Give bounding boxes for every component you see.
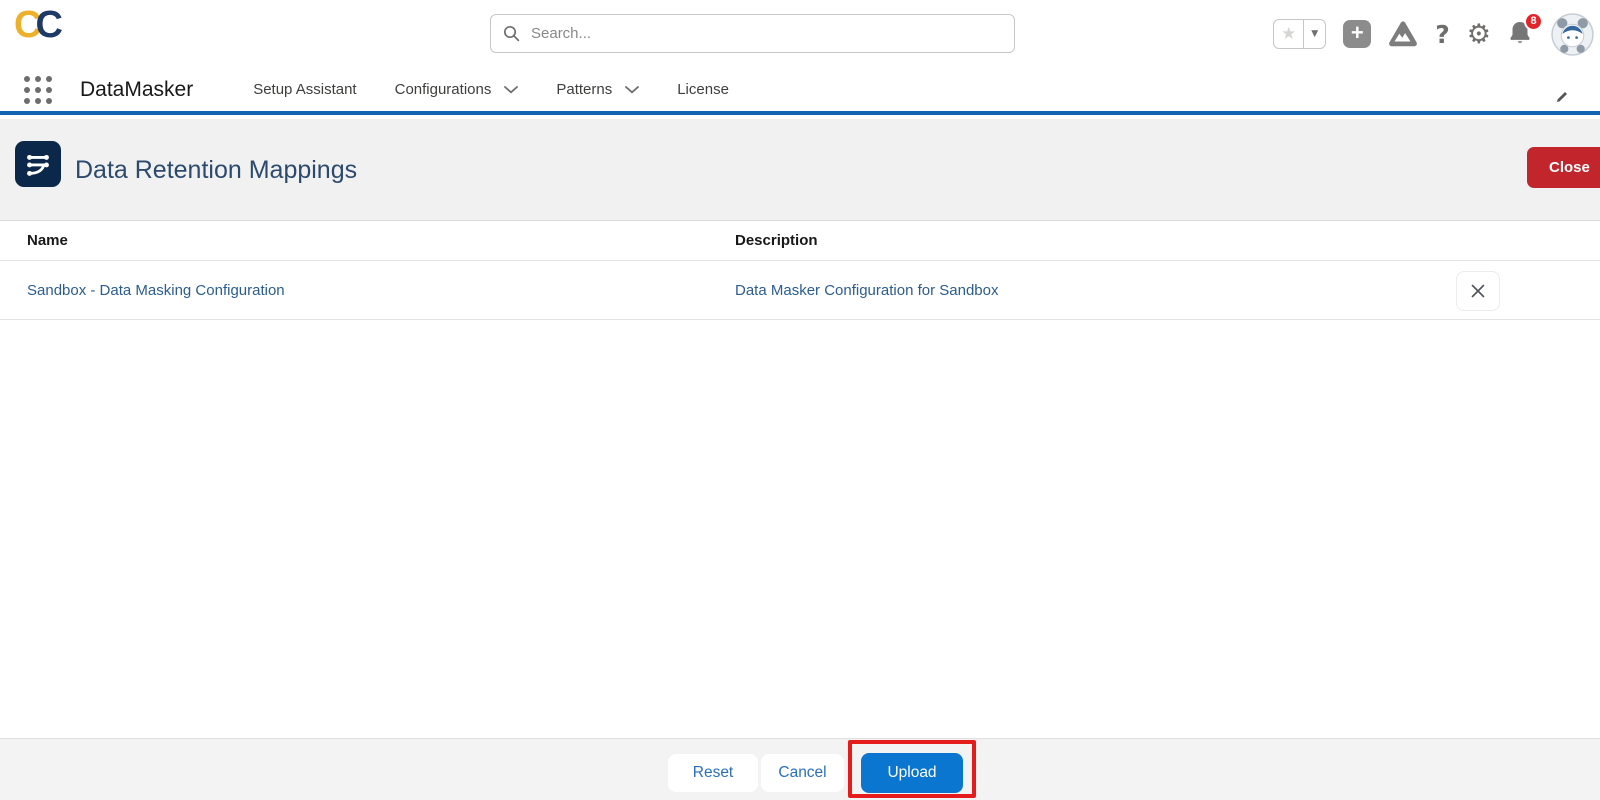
column-header-name: Name — [0, 232, 708, 249]
table-row: Sandbox - Data Masking Configuration Dat… — [0, 261, 1600, 320]
app-launcher-icon[interactable] — [24, 76, 52, 104]
close-x-icon — [1470, 283, 1486, 299]
notification-count-badge: 8 — [1524, 12, 1543, 31]
edit-pencil-icon[interactable] — [1556, 90, 1568, 108]
tab-setup-assistant[interactable]: Setup Assistant — [253, 81, 356, 98]
tab-patterns[interactable]: Patterns — [556, 81, 639, 98]
nav-tabs: Setup Assistant Configurations Patterns … — [253, 81, 729, 98]
mapping-name-link[interactable]: Sandbox - Data Masking Configuration — [27, 282, 285, 299]
page-header-tile — [15, 141, 61, 187]
tab-configurations[interactable]: Configurations — [395, 81, 519, 98]
global-add-button[interactable]: + — [1343, 20, 1371, 48]
utility-actions: ★ ▼ + ? ⚙ 8 — [1273, 12, 1594, 56]
favorite-star-button[interactable]: ★ — [1274, 20, 1304, 48]
cell-name: Sandbox - Data Masking Configuration — [0, 282, 708, 299]
logo-letter-2: C — [35, 4, 56, 46]
nav-bar: DataMasker Setup Assistant Configuration… — [0, 68, 1600, 115]
favorites-split-button: ★ ▼ — [1273, 19, 1326, 49]
table-header-row: Name Description — [0, 221, 1600, 261]
cancel-button[interactable]: Cancel — [761, 754, 844, 792]
notifications-button[interactable]: 8 — [1508, 20, 1534, 48]
remove-row-button[interactable] — [1456, 271, 1500, 311]
trailhead-icon — [1388, 21, 1418, 48]
data-mapping-icon — [22, 148, 54, 180]
page-title: Data Retention Mappings — [75, 119, 357, 221]
company-logo: CC — [14, 4, 57, 47]
avatar[interactable] — [1551, 13, 1594, 56]
favorites-dropdown-button[interactable]: ▼ — [1304, 20, 1325, 48]
help-button[interactable]: ? — [1435, 20, 1450, 49]
footer-bar: Reset Cancel Upload — [0, 738, 1600, 800]
global-search — [490, 14, 1015, 53]
page-header: Data Retention Mappings Close — [0, 119, 1600, 221]
chevron-down-icon — [625, 86, 639, 94]
logo-letter-1: C — [14, 4, 35, 46]
tab-license[interactable]: License — [677, 81, 729, 98]
close-button[interactable]: Close — [1527, 147, 1600, 188]
mappings-table: Name Description Sandbox - Data Masking … — [0, 221, 1600, 320]
reset-button[interactable]: Reset — [668, 754, 758, 792]
question-mark-icon: ? — [1435, 20, 1450, 49]
chevron-down-icon — [504, 86, 518, 94]
gear-icon: ⚙ — [1467, 19, 1491, 50]
setup-button[interactable]: ⚙ — [1467, 21, 1491, 48]
upload-button[interactable]: Upload — [861, 753, 963, 793]
trailhead-button[interactable] — [1388, 21, 1418, 48]
plus-icon: + — [1351, 22, 1364, 44]
star-icon: ★ — [1281, 26, 1296, 43]
utility-bar: CC ★ ▼ + ? ⚙ 8 — [0, 0, 1600, 68]
chevron-down-icon: ▼ — [1311, 30, 1318, 39]
mapping-description-link[interactable]: Data Masker Configuration for Sandbox — [735, 282, 998, 299]
search-input[interactable] — [490, 14, 1015, 53]
column-header-description: Description — [708, 232, 1600, 249]
app-name: DataMasker — [80, 78, 193, 102]
